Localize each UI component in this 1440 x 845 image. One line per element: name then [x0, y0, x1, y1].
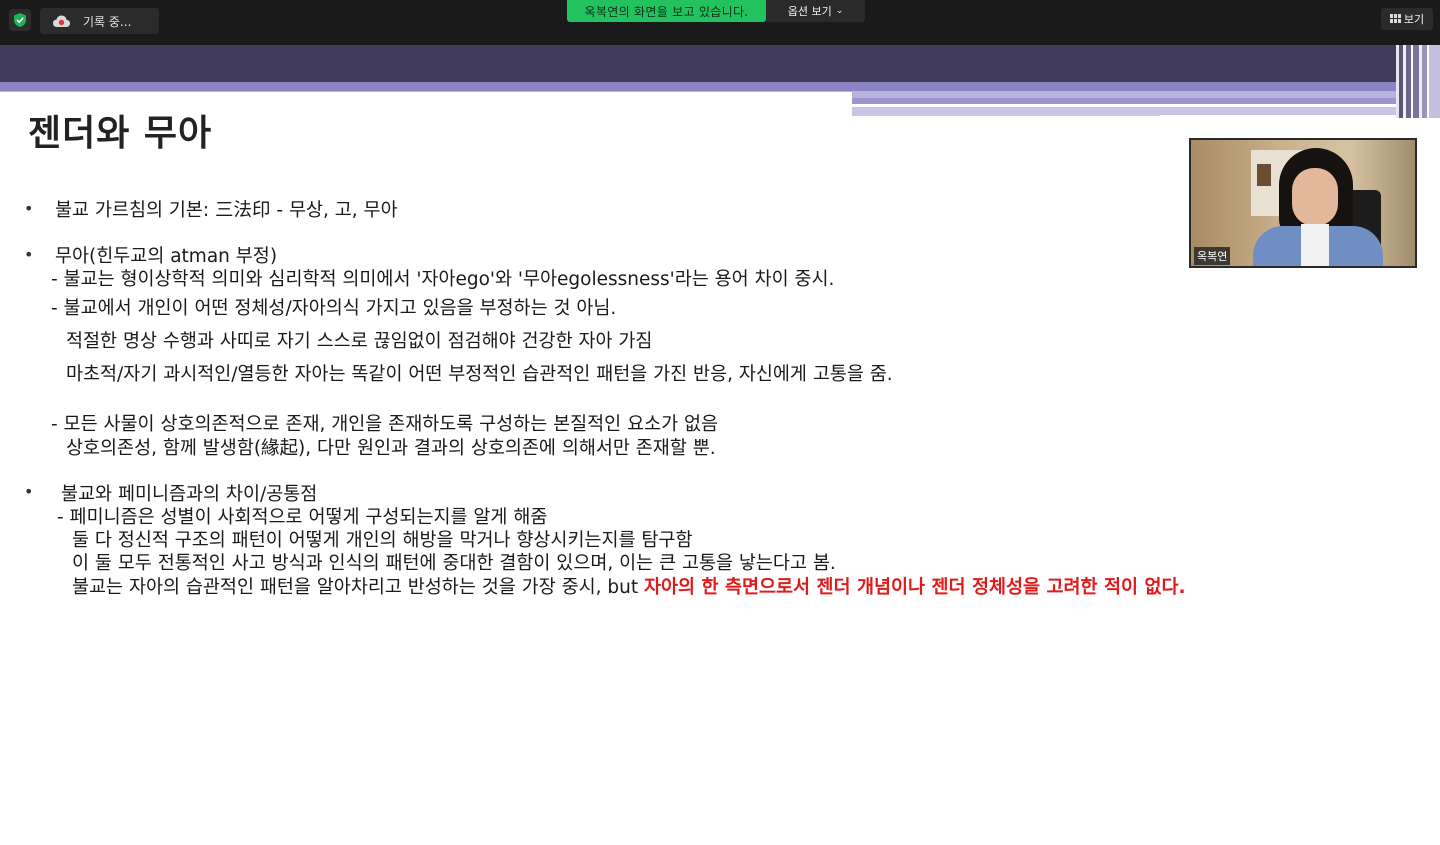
- sub-buddhism-gender: 불교는 자아의 습관적인 패턴을 알아차리고 반성하는 것을 가장 중시, bu…: [72, 573, 1186, 599]
- highlight-text: 자아의 한 측면으로서 젠더 개념이나 젠더 정체성을 고려한 적이 없다.: [643, 577, 1186, 598]
- participant-video[interactable]: 옥복연: [1189, 138, 1417, 268]
- sub-buddhism-gender-text: 불교는 자아의 습관적인 패턴을 알아차리고 반성하는 것을 가장 중시, bu…: [72, 577, 644, 598]
- participant-name: 옥복연: [1194, 247, 1231, 265]
- sub-interdependence: - 모든 사물이 상호의존적으로 존재, 개인을 존재하도록 구성하는 본질적인…: [51, 414, 719, 435]
- sub-meditation: 적절한 명상 수행과 사띠로 자기 스스로 끊임없이 점검해야 건강한 자아 가…: [66, 331, 653, 352]
- bullet-three-marks: 불교 가르침의 기본: 三法印 - 무상, 고, 무아: [55, 200, 398, 221]
- sub-defects: 이 둘 모두 전통적인 사고 방식과 인식의 패턴에 중대한 결함이 있으며, …: [72, 553, 836, 574]
- sub-identity: - 불교에서 개인이 어떤 정체성/자아의식 가지고 있음을 부정하는 것 아님…: [51, 298, 617, 319]
- sub-dependent-origination: 상호의존성, 함께 발생함(緣起), 다만 원인과 결과의 상호의존에 의해서만…: [66, 438, 716, 459]
- slide-body: • 불교 가르침의 기본: 三法印 - 무상, 고, 무아 • 무아(힌두교의 …: [0, 0, 1440, 845]
- bullet-dot: •: [24, 199, 34, 218]
- sub-ego-egolessness: - 불교는 형이상학적 의미와 심리학적 의미에서 '자아ego'와 '무아eg…: [51, 269, 835, 290]
- bullet-dot: •: [24, 482, 34, 501]
- sub-macho-self: 마초적/자기 과시적인/열등한 자아는 똑같이 어떤 부정적인 습관적인 패턴을…: [66, 364, 893, 385]
- bullet-dot: •: [24, 245, 34, 264]
